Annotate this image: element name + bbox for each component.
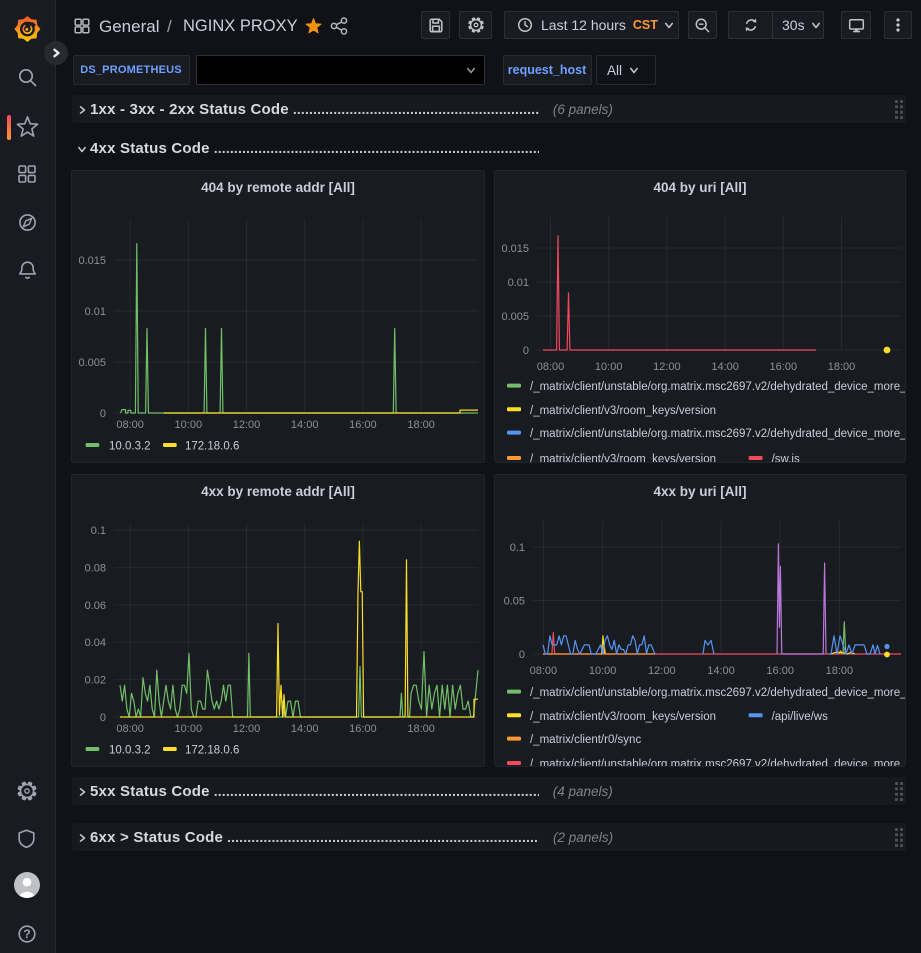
svg-text:14:00: 14:00 (291, 723, 319, 735)
svg-text:0.015: 0.015 (501, 243, 529, 255)
svg-text:16:00: 16:00 (349, 419, 377, 431)
svg-text:0: 0 (100, 408, 106, 420)
svg-text:08:00: 08:00 (537, 361, 565, 373)
svg-text:14:00: 14:00 (707, 665, 735, 677)
svg-text:08:00: 08:00 (530, 665, 558, 677)
svg-text:/_matrix/client/v3/room_keys/v: /_matrix/client/v3/room_keys/version (530, 405, 716, 417)
svg-text:/api/live/ws: /api/live/ws (772, 711, 828, 723)
svg-text:10:00: 10:00 (595, 361, 623, 373)
svg-text:/_matrix/client/r0/sync: /_matrix/client/r0/sync (530, 734, 641, 746)
svg-text:0.015: 0.015 (78, 255, 106, 267)
svg-text:10.0.3.2: 10.0.3.2 (109, 745, 151, 757)
svg-text:08:00: 08:00 (116, 723, 144, 735)
svg-text:/_matrix/client/v3/room_keys/v: /_matrix/client/v3/room_keys/version (530, 454, 716, 463)
svg-text:18:00: 18:00 (828, 361, 856, 373)
svg-text:0.02: 0.02 (85, 675, 106, 687)
svg-text:172.18.0.6: 172.18.0.6 (185, 745, 239, 757)
svg-text:0.08: 0.08 (85, 562, 106, 574)
svg-text:0: 0 (519, 649, 525, 661)
svg-text:16:00: 16:00 (349, 723, 377, 735)
svg-text:10:00: 10:00 (175, 419, 203, 431)
svg-text:/_matrix/client/v3/room_keys/v: /_matrix/client/v3/room_keys/version (530, 711, 716, 723)
svg-text:0.05: 0.05 (504, 596, 525, 608)
svg-text:12:00: 12:00 (233, 723, 261, 735)
svg-text:/_matrix/client/unstable/org.m: /_matrix/client/unstable/org.matrix.msc2… (530, 428, 905, 440)
svg-text:/sw.js: /sw.js (772, 454, 800, 463)
svg-text:0.005: 0.005 (501, 311, 529, 323)
svg-text:12:00: 12:00 (648, 665, 676, 677)
svg-text:12:00: 12:00 (233, 419, 261, 431)
svg-text:/_matrix/client/unstable/org.m: /_matrix/client/unstable/org.matrix.msc2… (530, 381, 905, 393)
svg-text:0.01: 0.01 (508, 277, 529, 289)
svg-text:14:00: 14:00 (711, 361, 739, 373)
svg-text:12:00: 12:00 (653, 361, 681, 373)
svg-text:0.01: 0.01 (85, 306, 106, 318)
svg-text:0.005: 0.005 (78, 357, 106, 369)
svg-text:0.1: 0.1 (91, 525, 106, 537)
svg-text:0: 0 (523, 345, 529, 357)
svg-text:16:00: 16:00 (766, 665, 794, 677)
svg-text:10:00: 10:00 (589, 665, 617, 677)
svg-text:08:00: 08:00 (116, 419, 144, 431)
svg-text:18:00: 18:00 (826, 665, 854, 677)
svg-text:18:00: 18:00 (407, 723, 435, 735)
svg-text:/_matrix/client/unstable/org.m: /_matrix/client/unstable/org.matrix.msc2… (530, 759, 905, 767)
svg-text:/_matrix/client/unstable/org.m: /_matrix/client/unstable/org.matrix.msc2… (530, 687, 905, 699)
svg-text:?: ? (23, 927, 30, 941)
svg-text:172.18.0.6: 172.18.0.6 (185, 441, 239, 453)
svg-text:18:00: 18:00 (407, 419, 435, 431)
svg-text:0: 0 (100, 712, 106, 724)
svg-text:14:00: 14:00 (291, 419, 319, 431)
svg-text:0.1: 0.1 (510, 542, 525, 554)
svg-text:0.06: 0.06 (85, 600, 106, 612)
svg-text:10.0.3.2: 10.0.3.2 (109, 441, 151, 453)
svg-text:10:00: 10:00 (175, 723, 203, 735)
svg-text:16:00: 16:00 (770, 361, 798, 373)
svg-text:0.04: 0.04 (85, 637, 106, 649)
